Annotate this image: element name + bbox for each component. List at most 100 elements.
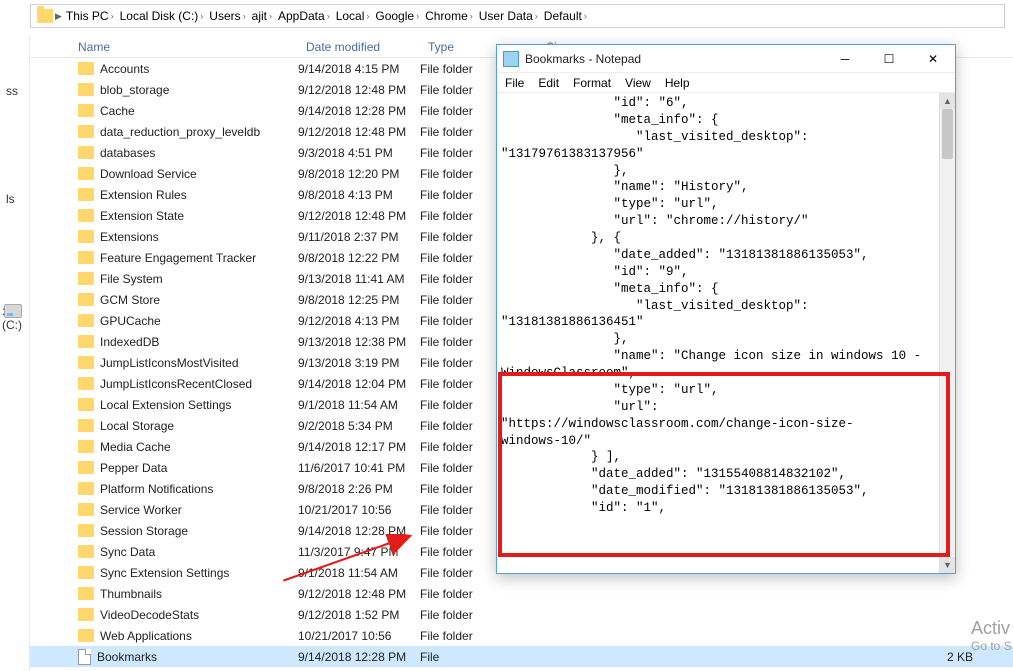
- sidebar-text[interactable]: ls: [6, 192, 15, 206]
- file-name: Download Service: [100, 167, 197, 181]
- file-date: 10/21/2017 10:56: [298, 629, 420, 643]
- breadcrumb-item[interactable]: This PC›: [64, 9, 116, 23]
- text-area[interactable]: "id": "6", "meta_info": { "last_visited_…: [497, 93, 955, 573]
- nav-sidebar[interactable]: ss ls : (C:): [0, 36, 30, 671]
- file-name: Media Cache: [100, 440, 171, 454]
- file-name: Accounts: [100, 62, 149, 76]
- maximize-button[interactable]: ☐: [867, 45, 911, 73]
- col-header-date[interactable]: Date modified: [298, 40, 420, 54]
- folder-icon: [78, 545, 94, 558]
- file-name: JumpListIconsRecentClosed: [100, 377, 252, 391]
- menu-file[interactable]: File: [505, 76, 524, 90]
- menu-edit[interactable]: Edit: [538, 76, 559, 90]
- file-name: data_reduction_proxy_leveldb: [100, 125, 260, 139]
- menu-help[interactable]: Help: [665, 76, 690, 90]
- file-date: 9/3/2018 4:51 PM: [298, 146, 420, 160]
- file-type: File folder: [420, 587, 538, 601]
- file-name: Extension State: [100, 209, 184, 223]
- file-name: Feature Engagement Tracker: [100, 251, 256, 265]
- breadcrumb-item[interactable]: ajit›: [250, 9, 274, 23]
- breadcrumb-item[interactable]: Users›: [207, 9, 247, 23]
- titlebar[interactable]: Bookmarks - Notepad ─ ☐ ✕: [497, 45, 955, 73]
- breadcrumb-item[interactable]: AppData›: [276, 9, 332, 23]
- file-date: 9/14/2018 12:04 PM: [298, 377, 420, 391]
- file-date: 9/14/2018 12:17 PM: [298, 440, 420, 454]
- folder-icon: [78, 104, 94, 117]
- breadcrumb[interactable]: ▶ This PC› Local Disk (C:)› Users› ajit›…: [30, 4, 1005, 28]
- folder-icon: [78, 314, 94, 327]
- file-name: Web Applications: [100, 629, 192, 643]
- vertical-scrollbar[interactable]: ▲ ▼: [939, 93, 955, 573]
- text-content[interactable]: "id": "6", "meta_info": { "last_visited_…: [497, 93, 939, 573]
- folder-icon: [78, 230, 94, 243]
- file-row[interactable]: Web Applications 10/21/2017 10:56File fol…: [30, 625, 1013, 646]
- file-date: 11/3/2017 9:47 PM: [298, 545, 420, 559]
- breadcrumb-item[interactable]: Chrome›: [423, 9, 475, 23]
- file-name: Bookmarks: [97, 650, 157, 664]
- chevron-right-icon[interactable]: ▶: [55, 11, 62, 22]
- windows-activation-watermark: Activ Go to S: [971, 618, 1013, 653]
- file-name: Extensions: [100, 230, 159, 244]
- file-date: 9/12/2018 12:48 PM: [298, 209, 420, 223]
- folder-icon: [78, 524, 94, 537]
- notepad-icon: [503, 51, 519, 67]
- folder-icon: [78, 83, 94, 96]
- folder-icon: [78, 419, 94, 432]
- breadcrumb-item[interactable]: Local Disk (C:)›: [118, 9, 206, 23]
- sidebar-text[interactable]: ss: [6, 84, 18, 98]
- file-date: 9/8/2018 12:25 PM: [298, 293, 420, 307]
- file-name: Session Storage: [100, 524, 188, 538]
- folder-icon: [78, 587, 94, 600]
- folder-icon: [78, 377, 94, 390]
- file-name: GCM Store: [100, 293, 160, 307]
- minimize-button[interactable]: ─: [823, 45, 867, 73]
- breadcrumb-item[interactable]: Default›: [542, 9, 589, 23]
- menubar[interactable]: File Edit Format View Help: [497, 73, 955, 93]
- file-name: Local Extension Settings: [100, 398, 231, 412]
- scroll-thumb[interactable]: [942, 109, 953, 159]
- file-date: 9/1/2018 11:54 AM: [298, 398, 420, 412]
- file-name: Extension Rules: [100, 188, 187, 202]
- folder-icon: [78, 608, 94, 621]
- file-name: GPUCache: [100, 314, 161, 328]
- breadcrumb-item[interactable]: User Data›: [477, 9, 540, 23]
- folder-icon: [78, 566, 94, 579]
- file-row[interactable]: Thumbnails9/12/2018 12:48 PMFile folder: [30, 583, 1013, 604]
- file-name: Service Worker: [100, 503, 182, 517]
- scroll-down-button[interactable]: ▼: [940, 557, 955, 573]
- folder-icon: [78, 335, 94, 348]
- file-date: 9/14/2018 12:28 PM: [298, 650, 420, 664]
- file-date: 9/8/2018 12:20 PM: [298, 167, 420, 181]
- folder-icon: [78, 209, 94, 222]
- scroll-up-button[interactable]: ▲: [940, 93, 955, 109]
- breadcrumb-item[interactable]: Local›: [334, 9, 372, 23]
- sidebar-text[interactable]: : (C:): [2, 304, 28, 332]
- file-name: databases: [100, 146, 155, 160]
- file-type: File folder: [420, 629, 538, 643]
- menu-view[interactable]: View: [625, 76, 651, 90]
- file-name: Platform Notifications: [100, 482, 213, 496]
- file-name: Sync Data: [100, 545, 155, 559]
- file-date: 9/13/2018 11:41 AM: [298, 272, 420, 286]
- folder-icon: [78, 356, 94, 369]
- file-date: 9/14/2018 12:28 PM: [298, 104, 420, 118]
- file-name: blob_storage: [100, 83, 169, 97]
- folder-icon: [78, 482, 94, 495]
- notepad-window[interactable]: Bookmarks - Notepad ─ ☐ ✕ File Edit Form…: [496, 44, 956, 574]
- close-button[interactable]: ✕: [911, 45, 955, 73]
- folder-icon: [78, 251, 94, 264]
- file-row[interactable]: Bookmarks9/14/2018 12:28 PMFile2 KB: [30, 646, 1013, 667]
- file-row[interactable]: VideoDecodeStats9/12/2018 1:52 PMFile fo…: [30, 604, 1013, 625]
- file-date: 9/12/2018 12:48 PM: [298, 125, 420, 139]
- col-header-name[interactable]: Name: [30, 40, 298, 54]
- file-date: 9/2/2018 5:34 PM: [298, 419, 420, 433]
- breadcrumb-item[interactable]: Google›: [373, 9, 421, 23]
- file-name: IndexedDB: [100, 335, 159, 349]
- file-date: 9/12/2018 4:13 PM: [298, 314, 420, 328]
- file-name: Pepper Data: [100, 461, 167, 475]
- file-type: File folder: [420, 608, 538, 622]
- menu-format[interactable]: Format: [573, 76, 611, 90]
- file-date: 9/12/2018 12:48 PM: [298, 587, 420, 601]
- folder-icon: [78, 398, 94, 411]
- file-date: 10/21/2017 10:56: [298, 503, 420, 517]
